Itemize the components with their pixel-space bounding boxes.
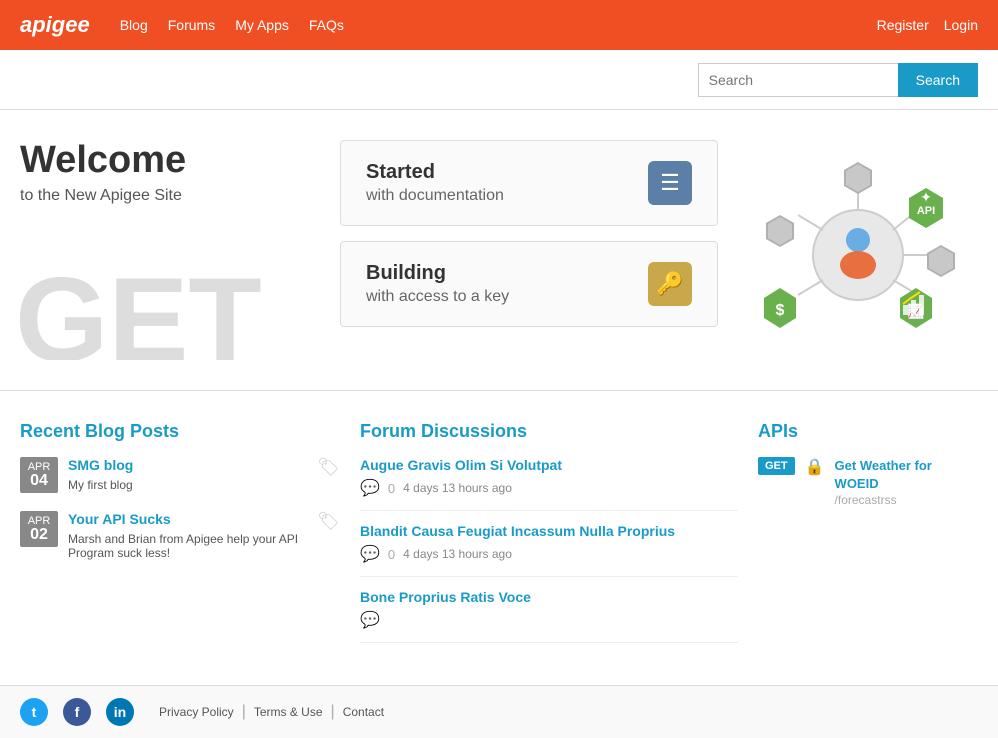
blog-content-2: Your API Sucks Marsh and Brian from Apig… [68, 511, 307, 560]
hero-get-text: GET [20, 260, 262, 360]
svg-text:✦: ✦ [920, 189, 932, 205]
footer-divider-2: | [331, 703, 335, 721]
blog-tag-icon-1: 🏷 [317, 457, 340, 478]
search-bar: Search [0, 50, 998, 110]
hero-card-building[interactable]: Building with access to a key 🔑 [340, 241, 718, 327]
logo[interactable]: apigee [20, 12, 90, 38]
blog-section: Recent Blog Posts Apr 04 SMG blog My fir… [20, 421, 340, 655]
hero-card-started[interactable]: Started with documentation ☰ [340, 140, 718, 226]
hero: Welcome to the New Apigee Site GET Start… [0, 110, 998, 391]
api-method-badge: GET [758, 457, 795, 475]
blog-item-2: Apr 02 Your API Sucks Marsh and Brian fr… [20, 511, 340, 560]
forum-section-title: Forum Discussions [360, 421, 738, 442]
nav-myapps[interactable]: My Apps [235, 17, 289, 33]
nav-forums[interactable]: Forums [168, 17, 215, 33]
forum-meta-1: 💬 0 4 days 13 hours ago [360, 478, 738, 498]
forum-link-2[interactable]: Blandit Causa Feugiat Incassum Nulla Pro… [360, 523, 675, 539]
blog-content-1: SMG blog My first blog [68, 457, 307, 492]
apis-section: APIs GET 🔒 Get Weather for WOEID /foreca… [758, 421, 978, 655]
blog-title-2[interactable]: Your API Sucks [68, 511, 171, 527]
search-input[interactable] [698, 63, 898, 97]
blog-date-1: Apr 04 [20, 457, 58, 493]
card-building-sub: with access to a key [366, 288, 509, 306]
footer: t f in Privacy Policy | Terms & Use | Co… [0, 685, 998, 738]
forum-time-1: 4 days 13 hours ago [403, 481, 512, 495]
blog-title-1[interactable]: SMG blog [68, 457, 133, 473]
forum-meta-2: 💬 0 4 days 13 hours ago [360, 544, 738, 564]
hero-welcome-title: Welcome [20, 140, 320, 182]
forum-item-2: Blandit Causa Feugiat Incassum Nulla Pro… [360, 523, 738, 577]
nav-blog[interactable]: Blog [120, 17, 148, 33]
apis-section-title: APIs [758, 421, 978, 442]
api-lock-icon: 🔒 [805, 457, 825, 477]
content: Recent Blog Posts Apr 04 SMG blog My fir… [0, 391, 998, 685]
blog-item: Apr 04 SMG blog My first blog 🏷 [20, 457, 340, 493]
api-diagram: API ✦ $ 📈 [748, 140, 968, 360]
blog-excerpt-1: My first blog [68, 478, 307, 492]
forum-count-1: 0 [388, 481, 395, 496]
footer-links: Privacy Policy | Terms & Use | Contact [159, 703, 384, 721]
privacy-policy-link[interactable]: Privacy Policy [159, 705, 234, 719]
forum-count-2: 0 [388, 547, 395, 562]
hero-center: Started with documentation ☰ Building wi… [320, 140, 738, 360]
blog-date-2: Apr 02 [20, 511, 58, 547]
footer-divider-1: | [242, 703, 246, 721]
forum-icon-1: 💬 [360, 478, 380, 498]
blog-tag-icon-2: 🏷 [317, 511, 340, 532]
login-link[interactable]: Login [944, 17, 978, 33]
contact-link[interactable]: Contact [343, 705, 384, 719]
card-started-title: Started [366, 161, 504, 184]
forum-icon-3: 💬 [360, 610, 380, 630]
card-building-title: Building [366, 262, 509, 285]
key-icon: 🔑 [648, 262, 692, 306]
blog-day-1: 04 [26, 473, 52, 489]
api-item-1: GET 🔒 Get Weather for WOEID /forecastrss [758, 457, 978, 507]
svg-text:API: API [917, 205, 935, 217]
header: apigee Blog Forums My Apps FAQs Register… [0, 0, 998, 50]
blog-section-title: Recent Blog Posts [20, 421, 340, 442]
search-button[interactable]: Search [898, 63, 978, 97]
nav-faqs[interactable]: FAQs [309, 17, 344, 33]
blog-day-2: 02 [26, 527, 52, 543]
twitter-icon[interactable]: t [20, 698, 48, 726]
svg-text:$: $ [776, 302, 785, 319]
forum-section: Forum Discussions Augue Gravis Olim Si V… [360, 421, 738, 655]
forum-link-1[interactable]: Augue Gravis Olim Si Volutpat [360, 457, 562, 473]
forum-time-2: 4 days 13 hours ago [403, 547, 512, 561]
facebook-icon[interactable]: f [63, 698, 91, 726]
forum-item-1: Augue Gravis Olim Si Volutpat 💬 0 4 days… [360, 457, 738, 511]
terms-use-link[interactable]: Terms & Use [254, 705, 323, 719]
hero-left: Welcome to the New Apigee Site GET [20, 140, 320, 360]
forum-link-3[interactable]: Bone Proprius Ratis Voce [360, 589, 531, 605]
forum-meta-3: 💬 [360, 610, 738, 630]
forum-item-3: Bone Proprius Ratis Voce 💬 [360, 589, 738, 643]
api-name-1[interactable]: Get Weather for WOEID [835, 458, 932, 491]
doc-icon: ☰ [648, 161, 692, 205]
hero-welcome-sub: to the New Apigee Site [20, 187, 320, 205]
forum-icon-2: 💬 [360, 544, 380, 564]
header-right: Register Login [877, 17, 978, 33]
hero-right: API ✦ $ 📈 [738, 140, 978, 360]
linkedin-icon[interactable]: in [106, 698, 134, 726]
register-link[interactable]: Register [877, 17, 929, 33]
api-path-1: /forecastrss [835, 493, 978, 507]
nav: Blog Forums My Apps FAQs [120, 17, 877, 33]
blog-excerpt-2: Marsh and Brian from Apigee help your AP… [68, 532, 307, 560]
card-started-sub: with documentation [366, 187, 504, 205]
